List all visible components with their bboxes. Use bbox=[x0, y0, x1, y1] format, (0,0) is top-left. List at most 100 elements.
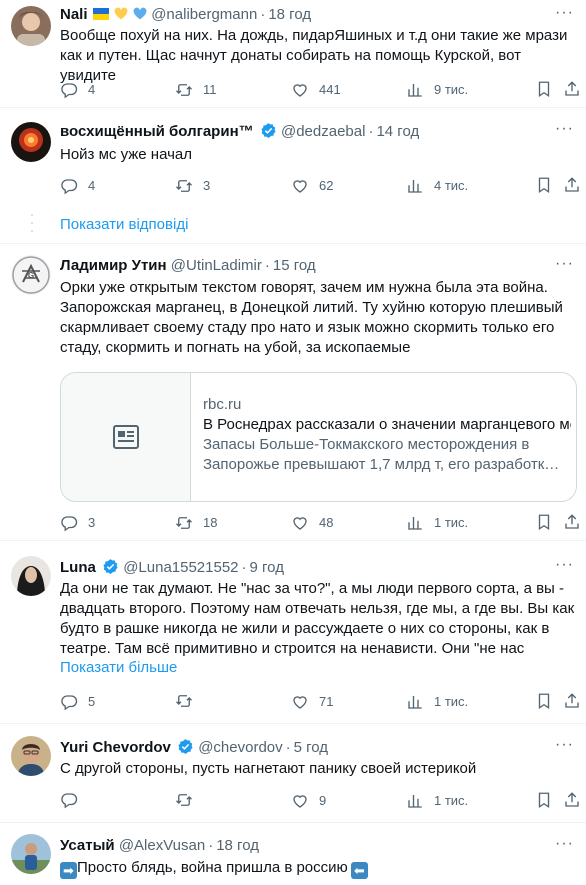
reply-icon bbox=[60, 81, 78, 99]
like-button[interactable]: 71 bbox=[291, 692, 333, 712]
share-button[interactable] bbox=[563, 692, 586, 710]
article-icon bbox=[112, 425, 139, 449]
card-description: Запасы Больше-Токмакского месторождения … bbox=[203, 436, 560, 473]
like-button[interactable]: 441 bbox=[291, 80, 341, 100]
avatar[interactable] bbox=[11, 736, 51, 776]
verified-badge-icon bbox=[102, 558, 119, 575]
card-thumbnail bbox=[61, 373, 191, 501]
tweet-time[interactable]: 14 год bbox=[376, 123, 419, 140]
tweet[interactable]: восхищённый болгарин™ @dedzaebal · 14 год … bbox=[0, 108, 586, 243]
more-icon[interactable]: ··· bbox=[555, 255, 574, 273]
share-button[interactable] bbox=[563, 791, 586, 809]
tweet-time[interactable]: 15 год bbox=[273, 257, 316, 274]
author-name[interactable]: Luna bbox=[60, 559, 96, 576]
author-handle[interactable]: @AlexVusan bbox=[119, 837, 205, 854]
tweet-actions: 4 3 62 4 тис. bbox=[60, 176, 575, 196]
reply-button[interactable] bbox=[60, 791, 88, 809]
tweet-time[interactable]: 5 год bbox=[294, 739, 328, 756]
bookmark-button[interactable] bbox=[535, 80, 563, 98]
like-button[interactable]: 48 bbox=[291, 513, 333, 533]
tweet[interactable]: Усатый @AlexVusan · 18 год ··· ➡ Просто бля… bbox=[0, 823, 586, 885]
avatar[interactable] bbox=[11, 834, 51, 874]
reply-button[interactable]: 5 bbox=[60, 692, 95, 712]
separator-dot: · bbox=[264, 257, 270, 274]
reply-button[interactable]: 4 bbox=[60, 80, 95, 100]
more-icon[interactable]: ··· bbox=[555, 556, 574, 574]
tweet[interactable]: Yuri Chevordov @chevordov · 5 год ··· С др… bbox=[0, 724, 586, 822]
show-replies-link[interactable]: Показати відповіді bbox=[60, 216, 188, 233]
tweet-text: Орки уже открытым текстом говорят, зачем… bbox=[60, 279, 563, 356]
view-count: 1 тис. bbox=[434, 515, 469, 530]
tweet-text: С другой стороны, пусть нагнетают панику… bbox=[60, 760, 477, 777]
tweet-time[interactable]: 9 год bbox=[250, 559, 284, 576]
link-card[interactable]: rbc.ru В Роснедрах рассказали о значении… bbox=[60, 372, 577, 502]
like-button[interactable]: 62 bbox=[291, 176, 333, 196]
show-more-link[interactable]: Показати більше bbox=[60, 659, 177, 676]
reply-count: 5 bbox=[88, 694, 96, 709]
views-icon bbox=[406, 792, 424, 810]
views-icon bbox=[406, 514, 424, 532]
tweet[interactable]: G Ладимир Утин @UtinLadimir · 15 год ··· О… bbox=[0, 244, 586, 540]
thread-dots bbox=[31, 214, 33, 232]
bookmark-icon bbox=[535, 176, 553, 194]
share-button[interactable] bbox=[563, 80, 586, 98]
share-button[interactable] bbox=[563, 513, 586, 531]
author-handle[interactable]: @dedzaebal bbox=[281, 123, 365, 140]
author-handle[interactable]: @Luna15521552 bbox=[123, 559, 238, 576]
reply-count: 4 bbox=[88, 178, 96, 193]
bookmark-button[interactable] bbox=[535, 513, 563, 531]
avatar[interactable] bbox=[11, 122, 51, 162]
tweet-time[interactable]: 18 год bbox=[216, 837, 259, 854]
author-name[interactable]: Nali bbox=[60, 6, 88, 23]
author-name[interactable]: Ладимир Утин bbox=[60, 257, 167, 274]
blue-heart-icon bbox=[133, 7, 147, 25]
bookmark-button[interactable] bbox=[535, 176, 563, 194]
tweet-text-row: ➡ Просто блядь, война пришла в россию ⬅ bbox=[60, 858, 580, 879]
heart-icon bbox=[291, 514, 309, 532]
verified-badge-icon bbox=[260, 122, 277, 139]
tweet-time[interactable]: 18 год bbox=[268, 6, 311, 23]
reply-icon bbox=[60, 791, 78, 809]
retweet-button[interactable] bbox=[175, 692, 203, 710]
retweet-button[interactable]: 3 bbox=[175, 176, 210, 196]
bookmark-button[interactable] bbox=[535, 692, 563, 710]
avatar[interactable] bbox=[11, 6, 51, 46]
avatar[interactable]: G bbox=[11, 255, 51, 295]
bookmark-icon bbox=[535, 80, 553, 98]
views-button[interactable]: 9 тис. bbox=[406, 80, 468, 100]
retweet-button[interactable]: 11 bbox=[175, 80, 217, 100]
left-arrow-emoji-icon: ⬅ bbox=[350, 862, 368, 879]
avatar[interactable] bbox=[11, 556, 51, 596]
retweet-icon bbox=[175, 692, 193, 710]
author-handle[interactable]: @UtinLadimir bbox=[171, 257, 262, 274]
more-icon[interactable]: ··· bbox=[555, 4, 574, 22]
tweet[interactable]: Nali @nalibergmann · 18 год ··· Вообще пох… bbox=[0, 0, 586, 107]
tweet-actions: 4 11 441 9 тис. bbox=[60, 80, 575, 100]
bookmark-button[interactable] bbox=[535, 791, 563, 809]
retweet-button[interactable] bbox=[175, 791, 203, 809]
bookmark-icon bbox=[535, 791, 553, 809]
views-button[interactable]: 4 тис. bbox=[406, 176, 468, 196]
author-name[interactable]: Усатый bbox=[60, 837, 115, 854]
reply-icon bbox=[60, 693, 78, 711]
reply-button[interactable]: 3 bbox=[60, 513, 95, 533]
like-count: 71 bbox=[319, 694, 334, 709]
more-icon[interactable]: ··· bbox=[555, 736, 574, 754]
tweet[interactable]: Luna @Luna15521552 · 9 год ··· Да они не т… bbox=[0, 541, 586, 723]
author-name[interactable]: Yuri Chevordov bbox=[60, 739, 171, 756]
author-name[interactable]: восхищённый болгарин™ bbox=[60, 123, 254, 140]
reply-button[interactable]: 4 bbox=[60, 176, 95, 196]
like-button[interactable]: 9 bbox=[291, 791, 326, 811]
more-icon[interactable]: ··· bbox=[555, 835, 574, 853]
more-icon[interactable]: ··· bbox=[555, 120, 574, 138]
author-handle[interactable]: @chevordov bbox=[198, 739, 282, 756]
separator-dot: · bbox=[241, 559, 247, 576]
share-button[interactable] bbox=[563, 176, 586, 194]
views-button[interactable]: 1 тис. bbox=[406, 692, 468, 712]
author-handle[interactable]: @nalibergmann bbox=[151, 6, 257, 23]
retweet-button[interactable]: 18 bbox=[175, 513, 217, 533]
heart-icon bbox=[291, 81, 309, 99]
heart-icon bbox=[291, 693, 309, 711]
views-button[interactable]: 1 тис. bbox=[406, 791, 468, 811]
views-button[interactable]: 1 тис. bbox=[406, 513, 468, 533]
